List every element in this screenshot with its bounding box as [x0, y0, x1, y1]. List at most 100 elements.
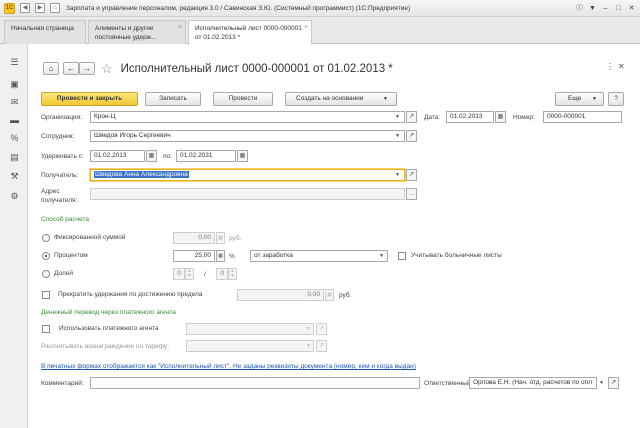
chevron-down-icon[interactable]: ▼ [303, 341, 314, 351]
stop-limit-field[interactable]: 0,00 [237, 289, 324, 301]
open-link-icon[interactable]: ↗ [608, 377, 619, 389]
tab-home[interactable]: Начальная страница [4, 20, 86, 44]
menu-icon[interactable]: ☰ [9, 57, 20, 68]
calculator-icon[interactable]: ▦ [325, 289, 334, 301]
info-icon[interactable]: ⓘ [575, 3, 584, 13]
tab-document[interactable]: Исполнительный лист 0000-000001 от 01.02… [188, 20, 312, 45]
forward-button[interactable]: → [79, 62, 95, 75]
stop-limit-unit: руб. [339, 292, 352, 299]
share-numerator-field[interactable]: 0 [173, 268, 185, 280]
stop-limit-checkbox[interactable] [42, 291, 50, 299]
back-icon[interactable]: ◀ [20, 3, 30, 13]
create-based-button[interactable]: Создать на основании ▼ [285, 92, 397, 106]
comment-label: Комментарий: [41, 380, 84, 387]
share-radio[interactable] [42, 270, 50, 278]
tab-close-icon[interactable]: × [178, 23, 182, 32]
responsible-field[interactable]: Орлова Е.Н. (Нач. отд. расчетов по опл [469, 377, 597, 389]
fixed-sum-radio[interactable] [42, 234, 50, 242]
employee-field[interactable]: Шведов Игорь Сергеевич [90, 130, 405, 142]
post-button[interactable]: Провести [213, 92, 273, 106]
post-and-close-button[interactable]: Провести и закрыть [41, 92, 138, 106]
hold-to-field[interactable]: 01.02.2031 [176, 150, 236, 162]
tabs-bar: Начальная страница Алименты и другие пос… [0, 17, 640, 45]
menu-icon[interactable]: ▼ [588, 5, 597, 12]
spinner-icon[interactable]: ▲ ▼ [228, 268, 237, 280]
maximize-icon[interactable]: □ [614, 5, 623, 12]
hold-from-label: Удерживать с: [41, 153, 84, 160]
home-button[interactable]: ⌂ [43, 62, 59, 75]
tab-label: Начальная страница [11, 25, 74, 32]
tab-alimony[interactable]: Алименты и другие постоянные удерж... × [88, 20, 186, 44]
payment-agent-field[interactable] [186, 323, 314, 335]
report-icon[interactable]: ▤ [9, 152, 20, 163]
calculator-icon[interactable]: ▦ [216, 232, 225, 244]
minimize-icon[interactable]: – [601, 5, 610, 12]
more-label: Еще [568, 95, 582, 102]
open-link-icon[interactable]: ↗ [406, 111, 417, 123]
open-link-icon[interactable]: ↗ [316, 340, 327, 352]
help-button[interactable]: ? [608, 92, 624, 106]
organization-field[interactable]: Крон-Ц [90, 111, 405, 123]
calendar-icon[interactable]: ▦ [146, 150, 157, 162]
percent-field[interactable]: 25,00 [173, 250, 215, 262]
forward-icon[interactable]: ▶ [35, 3, 45, 13]
comment-field[interactable] [90, 377, 420, 389]
sick-leave-checkbox[interactable] [398, 252, 406, 260]
calendar-icon[interactable]: ▦ [495, 111, 506, 123]
payment-agent-label: Использовать платежного агента [59, 325, 159, 332]
fixed-sum-field[interactable]: 0,00 [173, 232, 215, 244]
chevron-down-icon[interactable]: ▼ [392, 112, 403, 122]
home-icon[interactable]: ⌂ [50, 3, 60, 13]
back-button[interactable]: ← [63, 62, 79, 75]
recipient-field[interactable]: Шведова Анна Александровна [90, 169, 405, 181]
sick-leave-label: Учитывать больничные листы [411, 252, 502, 259]
app-logo: 1С [4, 2, 15, 14]
address-select-icon[interactable]: … [406, 188, 417, 200]
fee-tariff-label: Рассчитывать вознаграждение по тарифу: [41, 343, 169, 350]
wrench-icon[interactable]: ⚒ [9, 171, 20, 182]
share-denominator-field[interactable]: 0 [216, 268, 228, 280]
share-separator: / [204, 271, 206, 278]
desktop-icon[interactable]: ▣ [9, 79, 20, 90]
open-link-icon[interactable]: ↗ [406, 130, 417, 142]
create-based-label: Создать на основании [296, 95, 364, 102]
close-icon[interactable]: ✕ [627, 4, 636, 12]
hold-from-field[interactable]: 01.02.2013 [90, 150, 145, 162]
spinner-icon[interactable]: ▲ ▼ [185, 268, 194, 280]
chevron-down-icon[interactable]: ▼ [596, 378, 607, 388]
payment-agent-checkbox[interactable] [42, 325, 50, 333]
percent-unit: % [229, 253, 235, 260]
date-field[interactable]: 01.02.2013 [446, 111, 494, 123]
recipient-label: Получатель: [41, 172, 79, 179]
transfer-header: Денежный перевод через платежного агента [41, 309, 176, 316]
open-link-icon[interactable]: ↗ [406, 169, 417, 181]
calendar-icon[interactable]: ▦ [237, 150, 248, 162]
save-button[interactable]: Записать [145, 92, 201, 106]
address-field[interactable] [90, 188, 405, 200]
fee-tariff-field[interactable] [186, 340, 314, 352]
print-forms-link[interactable]: В печатных формах отображается как "Испо… [41, 362, 416, 371]
percent-base-select[interactable]: от заработка [250, 250, 388, 262]
chevron-down-icon[interactable]: ▼ [392, 170, 403, 180]
tab-label: Алименты и другие постоянные удерж... [95, 25, 157, 41]
chevron-down-icon[interactable]: ▼ [376, 251, 387, 261]
employee-label: Сотрудник: [41, 133, 75, 140]
percent-label: Процентом [54, 252, 88, 259]
gear-icon[interactable]: ⚙ [9, 191, 20, 202]
calculator-icon[interactable]: ▦ [216, 250, 225, 262]
percent-radio[interactable] [42, 252, 50, 260]
responsible-label: Ответственный: [424, 380, 473, 387]
chevron-down-icon[interactable]: ▼ [303, 324, 314, 334]
favorite-star-icon[interactable]: ☆ [101, 62, 113, 75]
percent-icon[interactable]: % [9, 133, 20, 144]
more-button[interactable]: Еще ▼ [555, 92, 604, 106]
form-close-icon[interactable]: ✕ [618, 62, 625, 71]
tab-close-icon[interactable]: × [304, 23, 308, 32]
chevron-down-icon[interactable]: ▼ [392, 131, 403, 141]
card-icon[interactable]: ▬ [9, 115, 20, 126]
sidebar: ☰ ▣ ✉ ▬ % ▤ ⚒ ⚙ [0, 44, 28, 428]
number-field[interactable]: 0000-000001 [543, 111, 622, 123]
mail-icon[interactable]: ✉ [9, 97, 20, 108]
open-link-icon[interactable]: ↗ [316, 323, 327, 335]
more-actions-icon[interactable]: ⋮ [606, 62, 614, 71]
